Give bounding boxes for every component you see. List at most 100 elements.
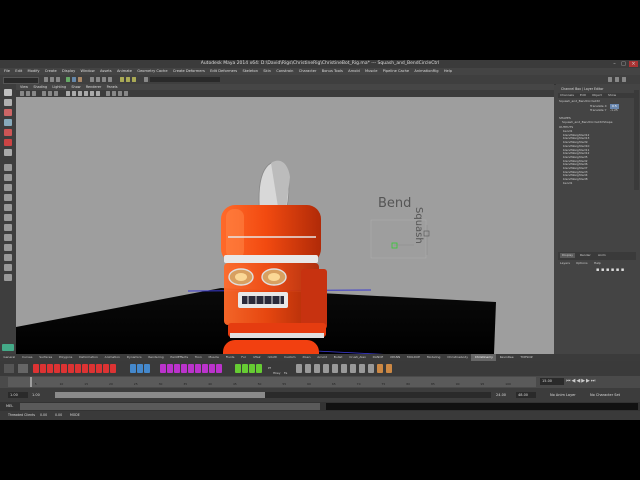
menu-item[interactable]: AnimationRig	[414, 68, 438, 75]
shadows-icon[interactable]	[96, 91, 100, 96]
shelf-button-icon[interactable]	[188, 364, 194, 373]
shelf-tab-deformation[interactable]: Deformation	[76, 354, 102, 361]
shelf-button-icon[interactable]	[242, 364, 248, 373]
shelf-tab-custom[interactable]: Custom	[281, 354, 299, 361]
maximize-button[interactable]: □	[619, 61, 628, 67]
shelf-button-icon[interactable]	[40, 364, 46, 373]
shelf-button-icon[interactable]	[54, 364, 60, 373]
menu-item[interactable]: Display	[62, 68, 75, 75]
shelf-menu-icon[interactable]	[4, 364, 14, 373]
menu-item[interactable]: Window	[81, 68, 95, 75]
grid-icon[interactable]	[42, 91, 46, 96]
shelf-button-icon[interactable]	[110, 364, 116, 373]
end-time-field[interactable]: 48.00	[516, 392, 536, 398]
open-scene-icon[interactable]	[50, 77, 54, 82]
range-bar[interactable]	[55, 392, 491, 398]
channel-box-icon[interactable]	[622, 77, 626, 82]
shelf-button-icon[interactable]	[305, 364, 311, 373]
shelf-tab-kevinree[interactable]: KevinRee	[496, 354, 517, 361]
shelf-button-icon[interactable]	[386, 364, 392, 373]
shelf-button-icon[interactable]	[89, 364, 95, 373]
menu-item[interactable]: File	[4, 68, 10, 75]
shelf-button-icon[interactable]	[167, 364, 173, 373]
menu-item[interactable]: Create Deformers	[173, 68, 205, 75]
tool-settings-icon[interactable]	[615, 77, 619, 82]
save-scene-icon[interactable]	[56, 77, 60, 82]
tab-edit[interactable]: Edit	[580, 93, 586, 98]
shelf-button-icon[interactable]	[209, 364, 215, 373]
menu-item[interactable]: Modify	[28, 68, 40, 75]
shelf-button-icon[interactable]	[377, 364, 383, 373]
shelf-button-icon[interactable]	[47, 364, 53, 373]
shelf-button-icon[interactable]	[359, 364, 365, 373]
rotate-tool-icon[interactable]	[4, 129, 12, 136]
lasso-tool-icon[interactable]	[4, 99, 12, 106]
shelf-tab-xgen[interactable]: XGen	[299, 354, 314, 361]
wireframe-on-shaded-icon[interactable]	[78, 91, 82, 96]
tab-render-layers[interactable]: Render	[580, 253, 591, 258]
menu-item[interactable]: Assets	[100, 68, 112, 75]
shelf-tab-topsoz[interactable]: TOPSOZ	[517, 354, 536, 361]
tab-object[interactable]: Object	[592, 93, 602, 98]
hypershade-layout-icon[interactable]	[4, 204, 12, 211]
close-button[interactable]: ×	[629, 61, 638, 67]
shelf-tab-nhair[interactable]: nHair	[249, 354, 264, 361]
shelf-button-icon[interactable]	[174, 364, 180, 373]
shelf-tab-moldue[interactable]: MOLDUE	[404, 354, 424, 361]
layout-icon[interactable]	[4, 264, 12, 271]
playback-end-field[interactable]: 24.00	[496, 392, 514, 398]
shape-node-name[interactable]: Squash_and_BendCircleCtrlShape	[562, 120, 613, 125]
layout-icon[interactable]	[4, 234, 12, 241]
menu-item[interactable]: Bonus Tools	[322, 68, 343, 75]
shelf-button-icon[interactable]	[314, 364, 320, 373]
shelf-button-icon[interactable]	[181, 364, 187, 373]
new-scene-icon[interactable]	[44, 77, 48, 82]
select-object-icon[interactable]	[72, 77, 76, 82]
shelf-tab-crush-alex[interactable]: Crush_Alex	[346, 354, 369, 361]
shelf-button-icon[interactable]	[216, 364, 222, 373]
menu-item[interactable]: Animate	[117, 68, 132, 75]
current-frame-field[interactable]: 15.00	[540, 378, 564, 385]
menu-item[interactable]: Skeleton	[242, 68, 258, 75]
lights-icon[interactable]	[90, 91, 94, 96]
shelf-tab-ncloth[interactable]: nCloth	[264, 354, 281, 361]
tab-show[interactable]: Show	[608, 93, 616, 98]
menu-item[interactable]: Geometry Cache	[137, 68, 167, 75]
resolution-gate-icon[interactable]	[54, 91, 58, 96]
quick-select-field[interactable]	[150, 77, 220, 82]
move-tool-icon[interactable]	[4, 119, 12, 126]
shelf-tab-arnold[interactable]: Arnold	[314, 354, 331, 361]
snap-surface-icon[interactable]	[108, 77, 112, 82]
shelf-button-icon[interactable]	[144, 364, 150, 373]
camera-icon[interactable]	[20, 91, 24, 96]
shelf-button-icon[interactable]	[202, 364, 208, 373]
shelf-tab-dance[interactable]: DANCE	[369, 354, 386, 361]
layout-icon[interactable]	[4, 244, 12, 251]
input-line-icon[interactable]	[144, 77, 148, 82]
tab-display-layers[interactable]: Display	[560, 253, 576, 258]
shelf-tab-modeling[interactable]: Modeling	[423, 354, 443, 361]
shelf-button-icon[interactable]	[68, 364, 74, 373]
shelf-button-icon[interactable]	[137, 364, 143, 373]
shelf-tab-icon[interactable]	[18, 364, 28, 373]
perspective-viewport[interactable]: Bend Squash bot	[16, 97, 554, 354]
select-tool-icon[interactable]	[4, 89, 12, 96]
xray-components-icon[interactable]	[124, 91, 128, 96]
snap-grid-icon[interactable]	[90, 77, 94, 82]
bookmark-icon[interactable]	[32, 91, 36, 96]
menu-item[interactable]: Help	[444, 68, 452, 75]
four-pane-icon[interactable]	[4, 174, 12, 181]
tab-anim-layers[interactable]: Anim	[598, 253, 606, 258]
xray-icon[interactable]	[112, 91, 116, 96]
persp-graph-icon[interactable]	[4, 194, 12, 201]
shelf-button-icon[interactable]	[235, 364, 241, 373]
shelf-button-icon[interactable]	[341, 364, 347, 373]
menu-item[interactable]: Pipeline Cache	[383, 68, 409, 75]
output-node[interactable]: bend1	[556, 181, 636, 186]
shelf-tab-muscle[interactable]: Muscle	[205, 354, 222, 361]
shelf-button-icon[interactable]	[33, 364, 39, 373]
shelf-tab-rendering[interactable]: Rendering	[145, 354, 167, 361]
menu-item[interactable]: Muscle	[365, 68, 377, 75]
shelf-tab-dynamics[interactable]: Dynamics	[123, 354, 145, 361]
playback-controls[interactable]: ⏮◀◀▶▶⏭	[566, 378, 596, 384]
